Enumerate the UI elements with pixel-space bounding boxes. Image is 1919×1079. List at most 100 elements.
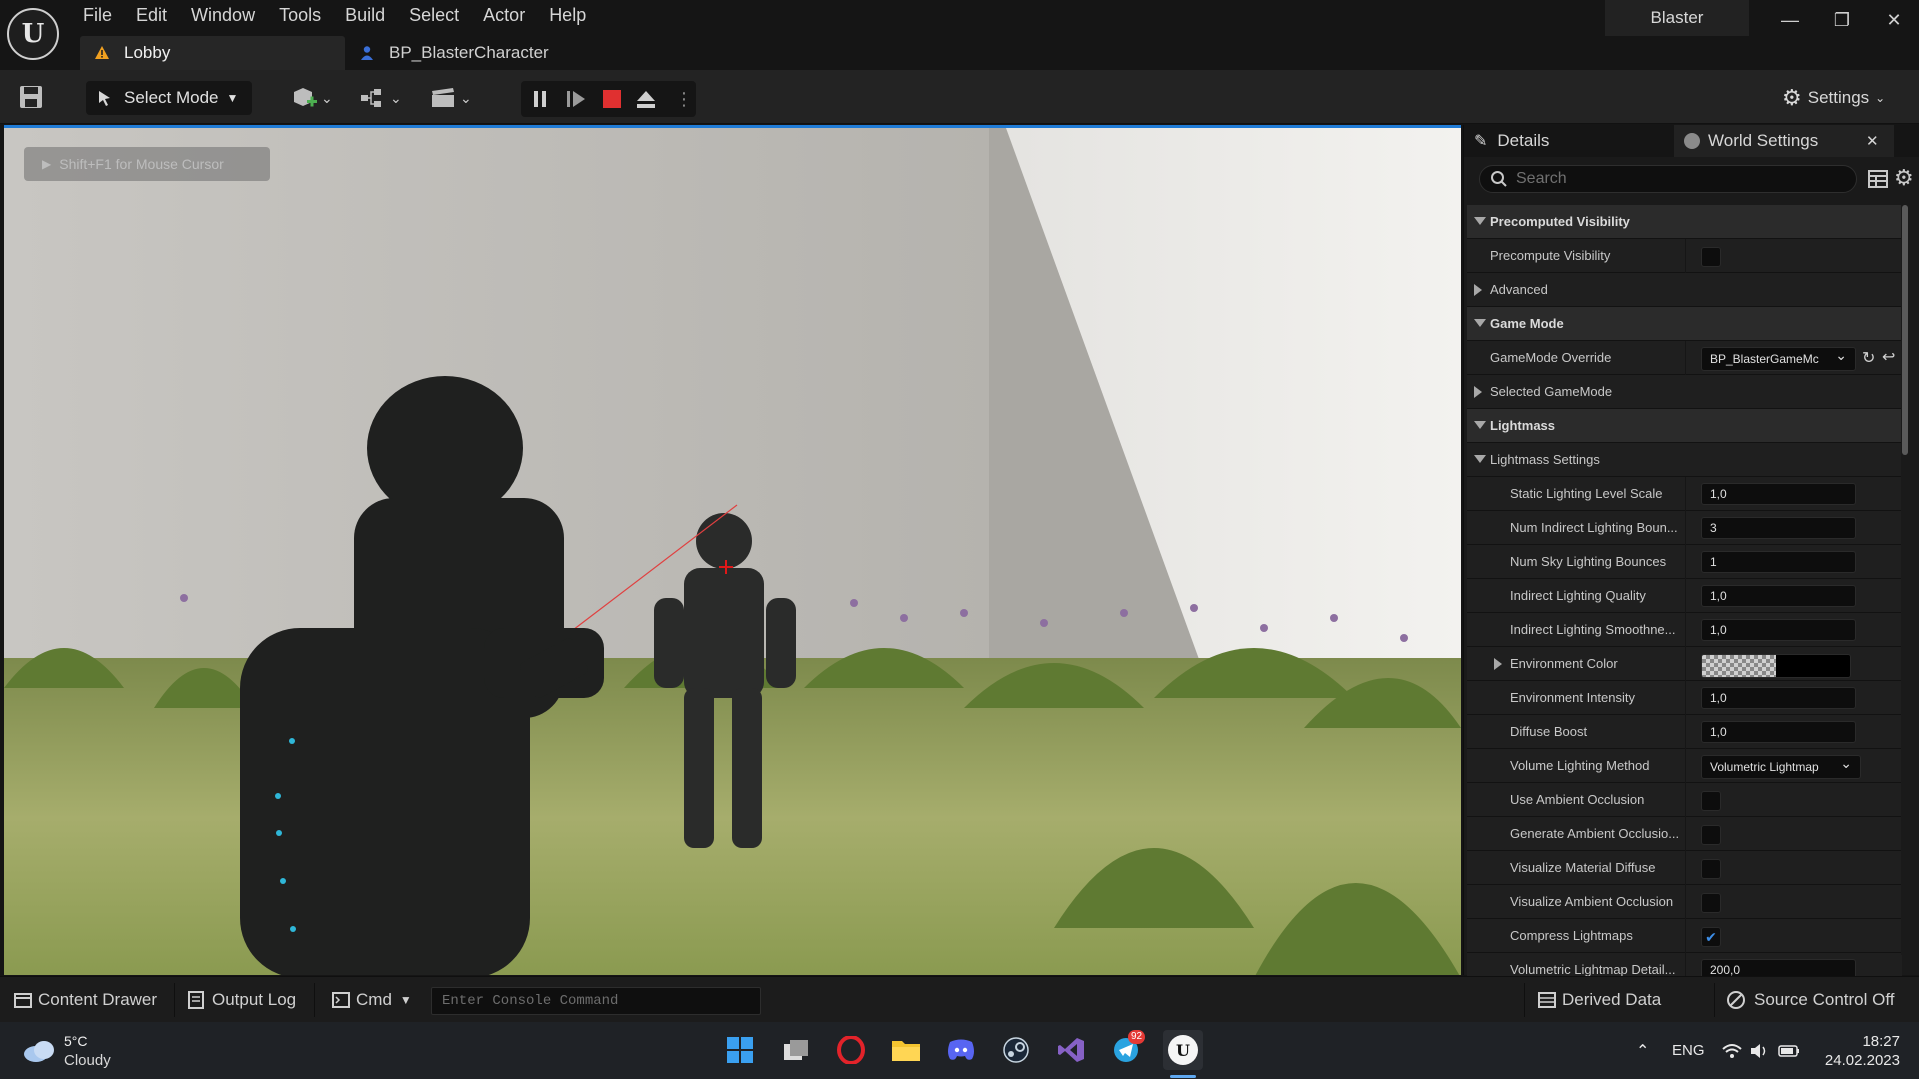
task-view-icon[interactable] xyxy=(778,1032,814,1068)
property-label: Lightmass xyxy=(1490,418,1556,433)
weather-widget[interactable]: 5°C Cloudy xyxy=(22,1032,111,1070)
blueprints-button[interactable]: ⌄ xyxy=(360,84,402,112)
numeric-field[interactable]: 1,0 xyxy=(1701,483,1856,505)
category-row[interactable]: Precomputed Visibility xyxy=(1467,205,1902,239)
unreal-logo-icon[interactable]: U xyxy=(7,8,59,60)
cmd-dropdown[interactable]: Cmd ▼ xyxy=(332,977,412,1023)
gear-icon[interactable]: ⚙ xyxy=(1894,165,1914,191)
checkbox[interactable] xyxy=(1701,893,1721,913)
steam-icon[interactable] xyxy=(998,1032,1034,1068)
tab-lobby[interactable]: Lobby xyxy=(80,36,345,70)
chevron-down-icon: ▼ xyxy=(399,993,412,1007)
color-swatch[interactable] xyxy=(1701,654,1851,678)
alpha-checker xyxy=(1702,655,1776,677)
expand-arrow-right-icon[interactable] xyxy=(1494,658,1502,670)
restore-button[interactable]: ❐ xyxy=(1816,0,1868,40)
menu-tools[interactable]: Tools xyxy=(267,0,333,30)
select-mode-dropdown[interactable]: Select Mode ▼ xyxy=(86,81,252,115)
property-row[interactable]: Advanced xyxy=(1467,273,1902,307)
language-indicator[interactable]: ENG xyxy=(1672,1022,1705,1079)
category-row[interactable]: Game Mode xyxy=(1467,307,1902,341)
mode-label: Select Mode xyxy=(124,88,219,107)
unreal-engine-icon[interactable]: U xyxy=(1163,1030,1203,1070)
expand-arrow-down-icon[interactable] xyxy=(1474,319,1486,327)
windows-start-icon[interactable] xyxy=(722,1032,758,1068)
system-tray-icons[interactable] xyxy=(1722,1022,1800,1079)
checkbox[interactable] xyxy=(1701,247,1721,267)
property-row[interactable]: Lightmass Settings xyxy=(1467,443,1902,477)
numeric-field[interactable]: 1,0 xyxy=(1701,585,1856,607)
file-explorer-icon[interactable] xyxy=(888,1032,924,1068)
reset-to-default-icon[interactable]: ↩ xyxy=(1882,347,1895,367)
output-log-button[interactable]: Output Log xyxy=(188,977,296,1023)
tab-details[interactable]: ✎ Details xyxy=(1474,125,1549,157)
show-hidden-icons-chevron-up-icon[interactable]: ⌃ xyxy=(1636,1022,1649,1079)
opera-icon[interactable] xyxy=(833,1032,869,1068)
close-tab-icon[interactable]: ✕ xyxy=(1866,132,1879,150)
menu-edit[interactable]: Edit xyxy=(124,0,179,30)
telegram-icon[interactable]: 92 xyxy=(1108,1030,1146,1068)
expand-arrow-right-icon[interactable] xyxy=(1474,284,1482,296)
expand-arrow-down-icon[interactable] xyxy=(1474,421,1486,429)
unreal-logo-icon: U xyxy=(1168,1035,1198,1065)
numeric-field[interactable]: 1 xyxy=(1701,551,1856,573)
tab-world-settings[interactable]: World Settings ✕ xyxy=(1674,125,1894,157)
menu-build[interactable]: Build xyxy=(333,0,397,30)
cloud-icon xyxy=(24,1041,54,1062)
menu-window[interactable]: Window xyxy=(179,0,267,30)
level-viewport[interactable]: ▶ Shift+F1 for Mouse Cursor xyxy=(4,125,1461,975)
menu-select[interactable]: Select xyxy=(397,0,471,30)
table-view-icon[interactable] xyxy=(1868,170,1888,188)
skip-frame-icon[interactable] xyxy=(565,89,587,109)
expand-arrow-down-icon[interactable] xyxy=(1474,455,1486,463)
discord-icon[interactable] xyxy=(943,1032,979,1068)
add-actor-button[interactable]: ⌄ xyxy=(291,84,333,112)
visual-studio-icon[interactable] xyxy=(1053,1032,1089,1068)
property-row[interactable]: Environment Color xyxy=(1467,647,1902,681)
cinematics-button[interactable]: ⌄ xyxy=(430,84,472,112)
content-drawer-icon xyxy=(14,993,32,1008)
checkbox[interactable] xyxy=(1701,791,1721,811)
category-row[interactable]: Lightmass xyxy=(1467,409,1902,443)
numeric-field[interactable]: 1,0 xyxy=(1701,721,1856,743)
scroll-thumb[interactable] xyxy=(1902,205,1908,455)
source-control-button[interactable]: Source Control Off xyxy=(1726,977,1894,1023)
property-row[interactable]: Selected GameMode xyxy=(1467,375,1902,409)
pause-icon[interactable] xyxy=(530,89,550,109)
derived-data-button[interactable]: Derived Data xyxy=(1538,977,1661,1023)
save-icon[interactable] xyxy=(18,84,44,110)
minimize-button[interactable]: — xyxy=(1764,0,1816,40)
checkbox[interactable] xyxy=(1701,859,1721,879)
wifi-icon xyxy=(1722,1043,1742,1058)
console-command-input[interactable]: Enter Console Command xyxy=(431,987,761,1015)
browse-asset-icon[interactable]: ↻ xyxy=(1862,348,1875,368)
property-label: Compress Lightmaps xyxy=(1510,928,1633,943)
expand-arrow-down-icon[interactable] xyxy=(1474,217,1486,225)
numeric-field[interactable]: 1,0 xyxy=(1701,619,1856,641)
numeric-field[interactable]: 1,0 xyxy=(1701,687,1856,709)
close-window-button[interactable]: ✕ xyxy=(1868,0,1919,40)
content-drawer-button[interactable]: Content Drawer xyxy=(14,977,157,1023)
settings-button[interactable]: ⚙ Settings ⌄ xyxy=(1782,84,1885,112)
clock[interactable]: 18:27 24.02.2023 xyxy=(1820,1022,1900,1079)
checkbox[interactable]: ✔ xyxy=(1701,927,1721,947)
checkbox[interactable] xyxy=(1701,825,1721,845)
stop-icon[interactable] xyxy=(603,90,621,108)
expand-arrow-right-icon[interactable] xyxy=(1474,386,1482,398)
tab-bp-blaster-character[interactable]: BP_BlasterCharacter xyxy=(345,36,563,70)
status-bar: Content Drawer Output Log Cmd ▼ Enter Co… xyxy=(0,976,1919,1022)
menu-help[interactable]: Help xyxy=(537,0,598,30)
clock-time: 18:27 xyxy=(1862,1032,1900,1050)
more-options-icon[interactable]: ⋮ xyxy=(675,87,693,111)
dropdown-field[interactable]: BP_BlasterGameMc ⌄ xyxy=(1701,347,1856,371)
property-label: Precomputed Visibility xyxy=(1490,214,1630,229)
menu-actor[interactable]: Actor xyxy=(471,0,537,30)
numeric-field[interactable]: 3 xyxy=(1701,517,1856,539)
details-scrollbar[interactable] xyxy=(1901,205,1909,955)
column-divider xyxy=(1685,885,1686,919)
column-divider xyxy=(1685,851,1686,885)
menu-file[interactable]: File xyxy=(70,0,124,30)
search-input[interactable] xyxy=(1516,170,1816,188)
eject-icon[interactable] xyxy=(635,88,657,110)
dropdown-field[interactable]: Volumetric Lightmap ⌄ xyxy=(1701,755,1861,779)
